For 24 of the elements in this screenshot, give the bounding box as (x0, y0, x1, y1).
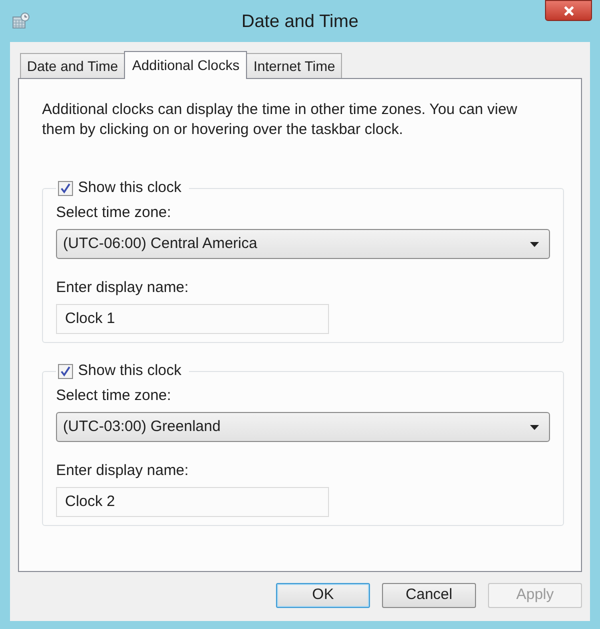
checkbox[interactable] (58, 364, 73, 378)
time-zone-dropdown[interactable]: (UTC-03:00) Greenland (56, 412, 550, 442)
field-label: Enter display name: (56, 462, 189, 479)
field-label: Select time zone: (56, 204, 172, 221)
description-text: Additional clocks can display the time in other time zones. You can view them by clicking on or hovering over the taskbar clock. (42, 100, 518, 140)
caret-icon (530, 242, 539, 246)
field-label: Select time zone: (56, 387, 172, 404)
checkbox-label[interactable]: Show this clock (78, 178, 188, 198)
caret-icon (530, 424, 539, 430)
dialog-button[interactable]: OK (276, 583, 370, 608)
calendar-icon (12, 12, 30, 30)
display-name-field[interactable]: Clock 1 (56, 304, 329, 334)
tab[interactable]: Additional Clocks (124, 51, 248, 79)
checkbox-label[interactable]: Show this clock (78, 361, 188, 381)
close-icon (564, 6, 574, 16)
close-button[interactable] (545, 0, 592, 21)
window-title: Date and Time (241, 10, 359, 32)
dialog-button[interactable]: Cancel (382, 583, 476, 608)
time-zone-dropdown[interactable]: (UTC-06:00) Central America (56, 229, 550, 259)
display-name-field[interactable]: Clock 2 (56, 487, 329, 517)
field-label: Enter display name: (56, 279, 189, 296)
tab[interactable]: Internet Time (246, 53, 342, 78)
checkbox[interactable] (58, 180, 73, 196)
tab[interactable]: Date and Time (20, 53, 126, 78)
